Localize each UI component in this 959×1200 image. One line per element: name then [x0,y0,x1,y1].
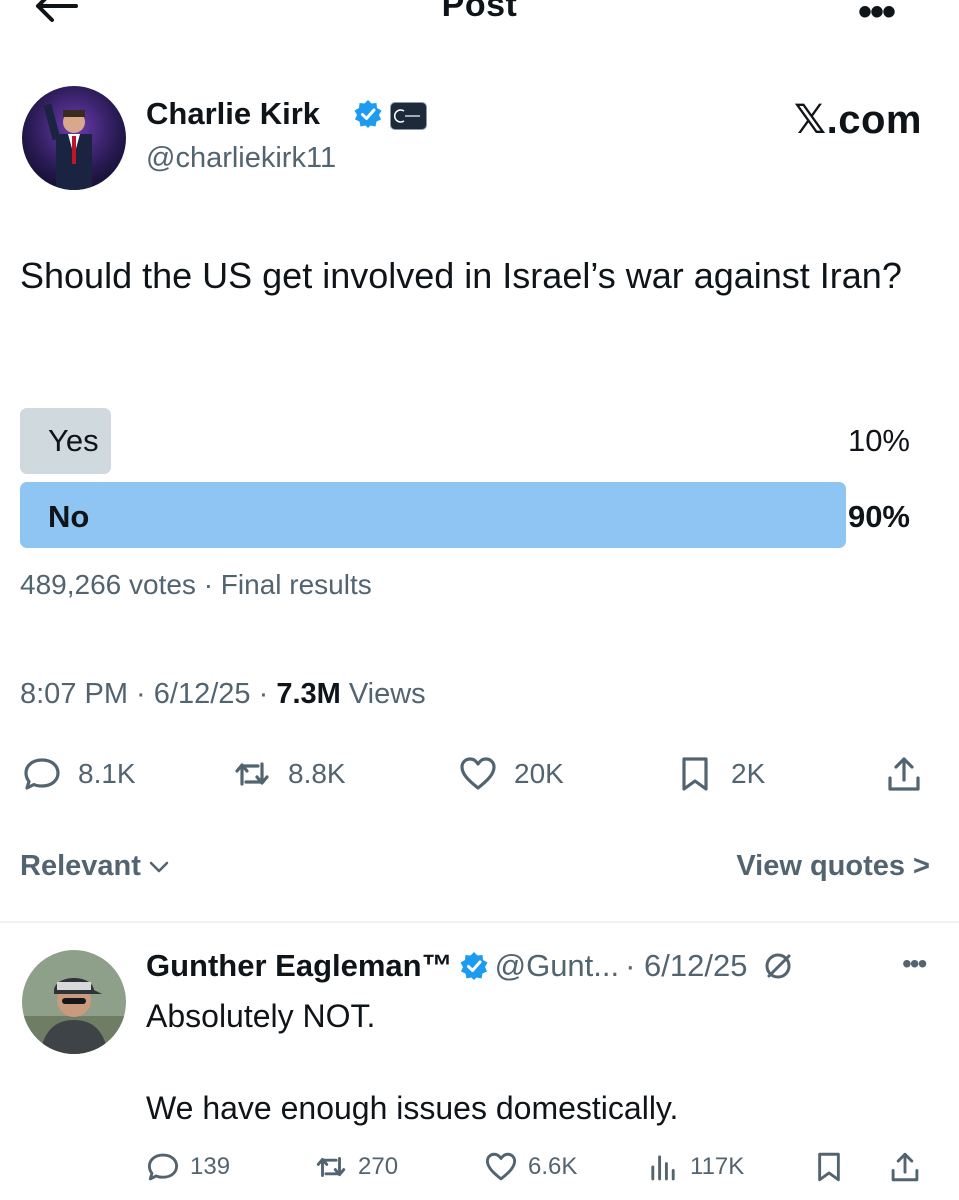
reply-views-count: 117K [690,1153,745,1180]
grok-icon[interactable] [762,950,794,982]
poll-option-no-percent: 90% [847,499,910,534]
reply-repost-count: 270 [358,1153,399,1180]
reply-author-handle[interactable]: @Gunt... [495,948,620,984]
x-logo-mark: 𝕏.com [793,98,922,142]
reply-reply-button[interactable]: 139 [146,1147,230,1187]
verified-badge-icon [354,100,382,128]
reply-text-line-1: Absolutely NOT. [146,998,376,1034]
view-quotes-link[interactable]: View quotes > [700,850,930,883]
divider [0,921,959,923]
reply-bookmark-button[interactable] [812,1147,846,1187]
post-timestamp: 8:07 PM · 6/12/25 · 7.3M Views [20,678,426,711]
reply-more-icon[interactable]: ••• [902,948,927,980]
author-handle[interactable]: @charliekirk11 [146,142,336,175]
share-icon [888,757,920,791]
bookmark-icon [682,757,708,791]
repost-count: 8.8K [288,758,346,789]
poll-option-no-label: No [48,499,90,534]
bookmark-button[interactable]: 2K [675,752,765,796]
reply-views-button[interactable]: 117K [646,1147,744,1187]
chevron-down-icon [149,861,169,872]
share-icon [891,1152,919,1182]
reply-like-button[interactable]: 6.6K [484,1147,577,1187]
affiliation-badge-icon [390,102,427,130]
views-count: 7.3M [276,678,341,710]
reply-count: 8.1K [78,758,136,789]
reply-share-button[interactable] [888,1147,922,1187]
reply-button[interactable]: 8.1K [22,752,136,796]
bookmark-count: 2K [731,758,766,789]
heart-icon [485,1152,517,1181]
sort-relevant-dropdown[interactable]: Relevant [20,850,171,883]
post-text: Should the US get involved in Israel’s w… [20,255,902,296]
reply-text-line-2: We have enough issues domestically. [146,1090,679,1126]
views-label: Views [340,678,426,710]
poll-option-yes-label: Yes [48,423,99,458]
post-time-date[interactable]: 8:07 PM · 6/12/25 · [20,678,276,710]
reply-icon [24,758,60,790]
page-title: Post [441,0,518,24]
poll-option-yes-percent: 10% [847,423,910,458]
reply-author-avatar[interactable] [22,950,126,1054]
top-bar: Post ••• [0,0,959,40]
author-name[interactable]: Charlie Kirk [146,96,320,132]
views-chart-icon [651,1155,675,1181]
reply-header: Gunther Eagleman™ @Gunt... · 6/12/25 [146,948,794,984]
reply-icon [147,1153,179,1181]
poll-results-meta: 489,266 votes · Final results [20,569,372,600]
reply-like-count: 6.6K [528,1153,578,1180]
verified-badge-icon [460,952,488,980]
like-button[interactable]: 20K [458,752,564,796]
heart-icon [460,757,496,790]
reply-repost-button[interactable]: 270 [314,1147,398,1187]
share-button[interactable] [884,752,924,796]
repost-button[interactable]: 8.8K [232,752,346,796]
reply-date[interactable]: · 6/12/25 [625,948,747,984]
sort-label: Relevant [20,850,141,882]
reply-reply-count: 139 [190,1153,231,1180]
more-icon[interactable]: ••• [858,0,896,35]
poll-bar-no [20,482,846,548]
bookmark-icon [818,1152,840,1182]
like-count: 20K [514,758,564,789]
repost-icon [316,1157,346,1177]
author-avatar[interactable] [22,86,126,190]
repost-icon [235,762,269,786]
reply-author-name[interactable]: Gunther Eagleman™ [146,948,453,984]
